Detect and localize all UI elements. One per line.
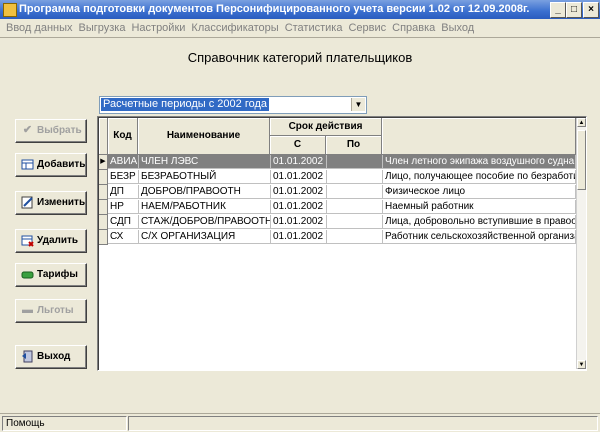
scrollbar-thumb[interactable] xyxy=(577,130,586,190)
minimize-button[interactable]: _ xyxy=(550,2,566,18)
current-row-icon: ▶ xyxy=(99,155,108,170)
menu-divider xyxy=(0,37,600,38)
page-title: Справочник категорий плательщиков xyxy=(187,50,413,65)
table-header-validity: Срок действия xyxy=(270,118,382,136)
table-header-code[interactable]: Код xyxy=(108,118,138,155)
add-button[interactable]: Добавить xyxy=(15,153,87,177)
table-vertical-scrollbar[interactable]: ▲ ▼ xyxy=(576,118,586,369)
chevron-down-icon[interactable]: ▼ xyxy=(351,98,365,111)
scroll-down-icon[interactable]: ▼ xyxy=(577,360,586,369)
delete-icon xyxy=(21,234,34,247)
maximize-button[interactable]: □ xyxy=(566,2,582,18)
check-icon: ✔ xyxy=(22,124,33,136)
window-title: Программа подготовки документов Персониф… xyxy=(19,3,530,15)
exit-door-icon xyxy=(21,350,34,363)
table-header-to[interactable]: По xyxy=(326,136,382,155)
table-row[interactable]: СХ С/Х ОРГАНИЗАЦИЯ 01.01.2002 Работник с… xyxy=(99,230,576,245)
add-record-icon xyxy=(21,158,34,171)
status-text: Помощь xyxy=(2,416,127,431)
table-header-from[interactable]: С xyxy=(270,136,326,155)
menu-item-settings[interactable]: Настройки xyxy=(128,20,188,36)
benefits-button[interactable]: ▬ Льготы xyxy=(15,299,87,323)
title-bar: Программа подготовки документов Персониф… xyxy=(0,0,600,19)
scroll-up-icon[interactable]: ▲ xyxy=(577,118,586,127)
table-header-description[interactable] xyxy=(382,118,576,155)
table-row[interactable]: НР НАЕМ/РАБОТНИК 01.01.2002 Наемный рабо… xyxy=(99,200,576,215)
period-select-value: Расчетные периоды с 2002 года xyxy=(101,98,270,111)
money-icon xyxy=(21,268,34,281)
menu-item-classifiers[interactable]: Классификаторы xyxy=(188,20,281,36)
status-bar: Помощь xyxy=(0,413,600,432)
table-row[interactable]: ДП ДОБРОВ/ПРАВООТН 01.01.2002 Физическое… xyxy=(99,185,576,200)
status-panel-empty xyxy=(128,416,598,431)
menu-item-data-entry[interactable]: Ввод данных xyxy=(0,20,76,36)
period-select[interactable]: Расчетные периоды с 2002 года ▼ xyxy=(99,96,367,114)
exit-button[interactable]: Выход xyxy=(15,345,87,369)
menu-bar: Ввод данных Выгрузка Настройки Классификато… xyxy=(0,20,600,36)
menu-item-help[interactable]: Справка xyxy=(389,20,438,36)
table-row[interactable]: СДП СТАЖ/ДОБРОВ/ПРАВООТН 01.01.2002 Лица… xyxy=(99,215,576,230)
app-icon xyxy=(3,3,17,17)
table-row[interactable]: ▶ АВИА ЧЛЕН ЛЭВС 01.01.2002 Член летного… xyxy=(99,155,576,170)
table-header-indicator xyxy=(99,118,108,155)
edit-button[interactable]: Изменить xyxy=(15,191,87,215)
edit-icon xyxy=(21,196,34,209)
close-button[interactable]: × xyxy=(583,2,599,18)
menu-item-statistics[interactable]: Статистика xyxy=(282,20,346,36)
menu-item-exit[interactable]: Выход xyxy=(438,20,477,36)
table-header-name[interactable]: Наименование xyxy=(138,118,270,155)
tariffs-button[interactable]: Тарифы xyxy=(15,263,87,287)
menu-item-export[interactable]: Выгрузка xyxy=(76,20,129,36)
table-row[interactable]: БЕЗР БЕЗРАБОТНЫЙ 01.01.2002 Лицо, получа… xyxy=(99,170,576,185)
payer-categories-table: Код Наименование Срок действия С По ▶ АВ… xyxy=(97,116,587,371)
delete-button[interactable]: Удалить xyxy=(15,229,87,253)
menu-item-service[interactable]: Сервис xyxy=(345,20,389,36)
minus-icon: ▬ xyxy=(22,304,33,316)
select-button[interactable]: ✔ Выбрать xyxy=(15,119,87,143)
